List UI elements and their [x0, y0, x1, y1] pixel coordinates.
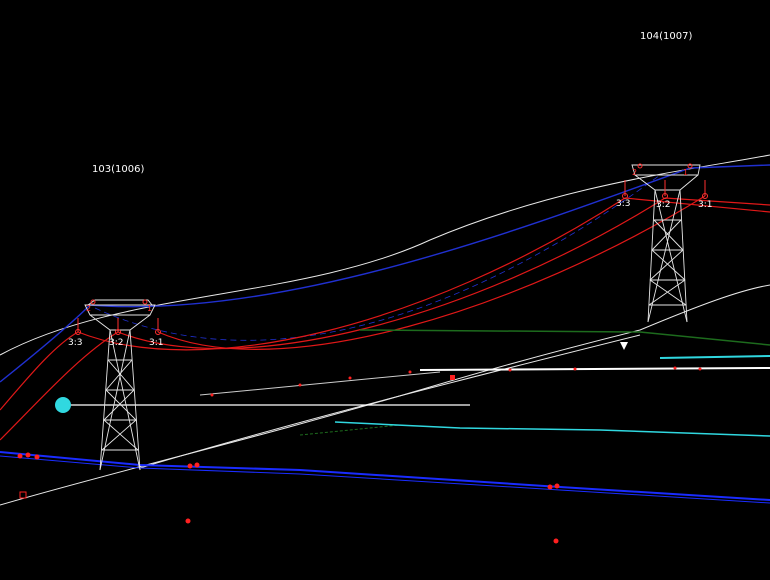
green-dashed-line — [299, 424, 401, 436]
tower-104-label: 104(1007) — [640, 31, 692, 42]
conductor-left-2 — [0, 331, 119, 441]
blue-road-line — [0, 451, 770, 501]
small-white-triangle — [620, 342, 628, 350]
tower-103-phase-2: 3:2 — [109, 338, 123, 348]
tower-103-phase-1: 3:1 — [149, 338, 163, 348]
shield-wire-span — [89, 164, 770, 308]
tower-104-top-tag-1: 1 — [683, 168, 688, 177]
road-edge-line — [139, 334, 641, 469]
green-feature-line — [359, 329, 770, 346]
cyan-circle-marker[interactable] — [55, 397, 71, 413]
tower-104-phase-2: 3:2 — [656, 200, 670, 210]
conductor-wires — [0, 195, 770, 441]
lower-terrain-line — [0, 284, 770, 506]
tower-104[interactable] — [631, 164, 701, 323]
cyan-line-1 — [334, 421, 770, 437]
tower-104-phase-1: 3:1 — [698, 200, 712, 210]
tower-104-top-tag-2: 2 — [632, 168, 637, 177]
shield-wire-right-dashed — [94, 174, 661, 341]
tower-103[interactable] — [84, 299, 156, 471]
red-point-markers — [17, 366, 702, 544]
conductor-phase-3 — [157, 195, 706, 350]
tower-103-label: 103(1006) — [92, 164, 144, 175]
conductor-phase-2 — [117, 197, 666, 350]
upper-terrain-line — [0, 154, 770, 356]
ground-road-lines — [0, 451, 770, 504]
point-cloud-viewport[interactable]: 103(1006) 104(1007) 3:3 3:2 3:1 2 1 3:3 … — [0, 0, 770, 580]
cyan-line-2 — [659, 355, 770, 359]
white-line-2 — [419, 367, 770, 371]
tower-104-phase-3: 3:3 — [616, 199, 630, 209]
white-span-line — [199, 371, 441, 396]
tower-103-phase-3: 3:3 — [68, 338, 82, 348]
tower-103-top-tag-1: 1 — [147, 304, 152, 313]
tower-103-top-tag-2: 2 — [86, 304, 91, 313]
